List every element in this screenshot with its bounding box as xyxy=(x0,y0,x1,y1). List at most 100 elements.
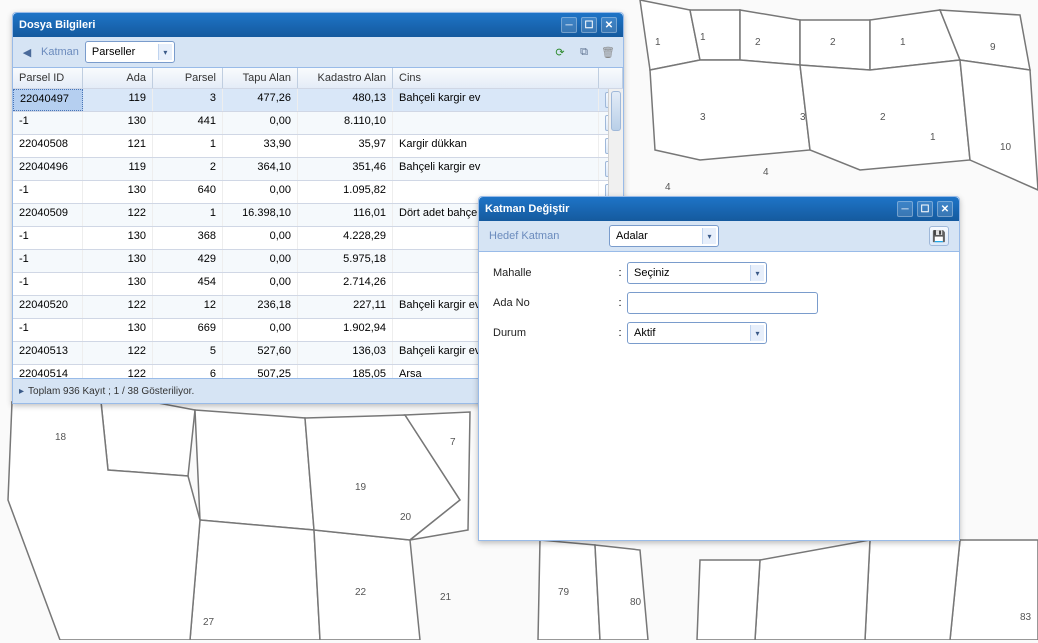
nav-back-icon[interactable]: ◀ xyxy=(19,44,35,60)
parcel-label: 18 xyxy=(55,432,67,443)
cell: 507,25 xyxy=(223,365,298,378)
mahalle-label: Mahalle xyxy=(493,267,613,279)
field-colon: : xyxy=(613,297,627,309)
chevron-down-icon: ▾ xyxy=(702,228,716,244)
parcel-label: 2 xyxy=(880,112,886,123)
cell: -1 xyxy=(13,112,83,134)
parcel-label: 21 xyxy=(440,592,452,603)
mahalle-combo[interactable]: Seçiniz ▾ xyxy=(627,262,767,284)
cell: 122 xyxy=(83,204,153,226)
cell: 116,01 xyxy=(298,204,393,226)
col-ada[interactable]: Ada xyxy=(83,68,153,88)
save-button[interactable]: 💾 xyxy=(929,226,949,246)
parcel-label: 19 xyxy=(355,482,367,493)
target-layer-combo[interactable]: Adalar ▾ xyxy=(609,225,719,247)
col-parsel-id[interactable]: Parsel ID xyxy=(13,68,83,88)
cell: 0,00 xyxy=(223,319,298,341)
status-arrow-icon: ▸ xyxy=(19,386,24,397)
cell: 351,46 xyxy=(298,158,393,180)
minimize-button[interactable]: ─ xyxy=(897,201,913,217)
col-cins[interactable]: Cins xyxy=(393,68,599,88)
cell: 130 xyxy=(83,319,153,341)
parcel-label: 1 xyxy=(700,32,706,43)
scrollbar-thumb[interactable] xyxy=(611,91,621,131)
parcel-label: 80 xyxy=(630,597,642,608)
cell: 527,60 xyxy=(223,342,298,364)
save-disk-icon: 💾 xyxy=(932,230,946,243)
cell: Bahçeli kargir ev xyxy=(393,158,599,180)
cell: 122 xyxy=(83,342,153,364)
cell: 130 xyxy=(83,112,153,134)
layer-change-titlebar[interactable]: Katman Değiştir ─ ☐ ✕ xyxy=(479,197,959,221)
cell: 0,00 xyxy=(223,227,298,249)
cell: 480,13 xyxy=(298,89,393,111)
cell: 429 xyxy=(153,250,223,272)
table-row[interactable]: -11304410,008.110,10🔍 xyxy=(13,112,623,135)
cell: 2 xyxy=(153,158,223,180)
cell: 22040497 xyxy=(13,89,83,111)
toolbar-label: Katman xyxy=(41,46,79,58)
parcel-label: 1 xyxy=(655,37,661,48)
cell: 2.714,26 xyxy=(298,273,393,295)
cell: -1 xyxy=(13,227,83,249)
cell: 185,05 xyxy=(298,365,393,378)
cell: -1 xyxy=(13,181,83,203)
parcel-label: 7 xyxy=(450,437,456,448)
cell: 364,10 xyxy=(223,158,298,180)
cell: 477,26 xyxy=(223,89,298,111)
grid-header: Parsel ID Ada Parsel Tapu Alan Kadastro … xyxy=(13,68,623,89)
close-button[interactable]: ✕ xyxy=(937,201,953,217)
cell: -1 xyxy=(13,250,83,272)
copy-icon[interactable]: ⧉ xyxy=(575,43,593,61)
mahalle-value: Seçiniz xyxy=(634,267,669,279)
refresh-icon[interactable]: ⟳ xyxy=(551,43,569,61)
cell: 12 xyxy=(153,296,223,318)
col-parsel[interactable]: Parsel xyxy=(153,68,223,88)
cell: 119 xyxy=(83,158,153,180)
table-row[interactable]: 220404971193477,26480,13Bahçeli kargir e… xyxy=(13,89,623,112)
col-tapu[interactable]: Tapu Alan xyxy=(223,68,298,88)
cell: 136,03 xyxy=(298,342,393,364)
file-info-titlebar[interactable]: Dosya Bilgileri ─ ☐ ✕ xyxy=(13,13,623,37)
window-title: Katman Değiştir xyxy=(485,203,893,215)
layer-combo[interactable]: Parseller ▾ xyxy=(85,41,175,63)
ada-no-input[interactable] xyxy=(627,292,818,314)
target-layer-row: Hedef Katman Adalar ▾ 💾 xyxy=(479,221,959,252)
cell: 16.398,10 xyxy=(223,204,298,226)
col-kadastro[interactable]: Kadastro Alan xyxy=(298,68,393,88)
durum-label: Durum xyxy=(493,327,613,339)
cell: 119 xyxy=(83,89,153,111)
parcel-label: 3 xyxy=(700,112,706,123)
cell: 122 xyxy=(83,365,153,378)
cell: 122 xyxy=(83,296,153,318)
cell: 1 xyxy=(153,135,223,157)
maximize-button[interactable]: ☐ xyxy=(917,201,933,217)
cell: 1.095,82 xyxy=(298,181,393,203)
close-button[interactable]: ✕ xyxy=(601,17,617,33)
durum-combo[interactable]: Aktif ▾ xyxy=(627,322,767,344)
table-row[interactable]: 220404961192364,10351,46Bahçeli kargir e… xyxy=(13,158,623,181)
table-row[interactable]: 22040508121133,9035,97Kargir dükkan🔍 xyxy=(13,135,623,158)
cell: 5 xyxy=(153,342,223,364)
delete-icon[interactable]: 🗑 xyxy=(599,43,617,61)
maximize-button[interactable]: ☐ xyxy=(581,17,597,33)
parcel-label: 4 xyxy=(763,167,769,178)
cell: Bahçeli kargir ev xyxy=(393,89,599,111)
cell: 640 xyxy=(153,181,223,203)
parcel-label: 3 xyxy=(800,112,806,123)
cell: 669 xyxy=(153,319,223,341)
cell: Kargir dükkan xyxy=(393,135,599,157)
cell: 0,00 xyxy=(223,273,298,295)
window-title: Dosya Bilgileri xyxy=(19,19,557,31)
cell: 22040514 xyxy=(13,365,83,378)
cell: 130 xyxy=(83,250,153,272)
cell: 0,00 xyxy=(223,181,298,203)
minimize-button[interactable]: ─ xyxy=(561,17,577,33)
parcel-label: 20 xyxy=(400,512,412,523)
parcel-label: 2 xyxy=(830,37,836,48)
cell: 33,90 xyxy=(223,135,298,157)
chevron-down-icon: ▾ xyxy=(750,325,764,341)
parcel-label: 1 xyxy=(900,37,906,48)
chevron-down-icon: ▾ xyxy=(750,265,764,281)
cell: 130 xyxy=(83,181,153,203)
